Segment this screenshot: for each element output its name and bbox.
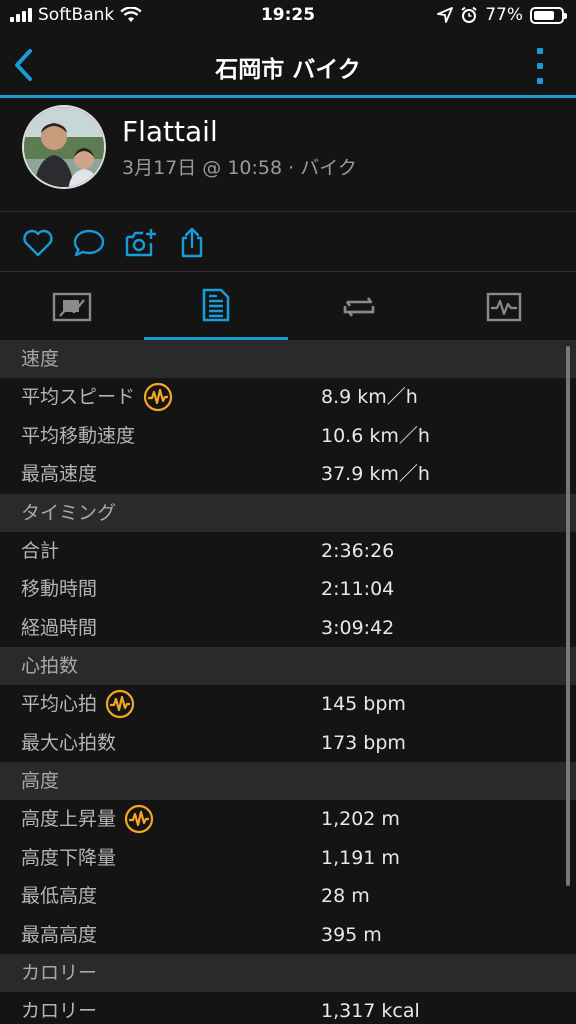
stat-value: 173 bpm — [321, 731, 406, 754]
section-header-calories: カロリー — [0, 954, 576, 992]
stat-row: 平均移動速度 10.6 km／h — [0, 417, 576, 456]
stat-row: カロリー 1,317 kcal — [0, 992, 576, 1024]
stat-label: カロリー — [21, 1000, 98, 1022]
charts-graph-icon — [486, 292, 522, 321]
stat-label: 合計 — [21, 539, 60, 562]
stat-label: 経過時間 — [21, 616, 98, 639]
status-bar: SoftBank 19:25 77% — [0, 0, 576, 32]
stat-row: 平均心拍 145 bpm — [0, 685, 576, 724]
stat-row: 高度下降量 1,191 m — [0, 839, 576, 878]
section-header-elevation: 高度 — [0, 762, 576, 800]
activity-date-type: 3月17日 @ 10:58 · バイク — [122, 157, 357, 179]
stat-row: 最大心拍数 173 bpm — [0, 724, 576, 763]
stat-label-wrap: 高度上昇量 — [21, 800, 154, 839]
nav-bar: 石岡市 バイク — [0, 32, 576, 98]
laps-repeat-icon — [343, 296, 375, 317]
section-header-timing: タイミング — [0, 493, 576, 532]
stat-value: 395 m — [321, 923, 382, 946]
stat-value: 8.9 km／h — [321, 386, 418, 408]
stat-value: 1,202 m — [321, 808, 400, 830]
tab-charts[interactable] — [432, 273, 576, 340]
view-tabs — [0, 273, 576, 340]
section-header-speed: 速度 — [0, 340, 576, 378]
stat-row: 平均スピード 8.9 km／h — [0, 378, 576, 417]
page-title: 石岡市 バイク — [215, 57, 361, 83]
tab-overview[interactable] — [0, 273, 144, 340]
stat-row: 経過時間 3:09:42 — [0, 609, 576, 648]
status-right: 77% — [437, 5, 567, 25]
stat-value: 3:09:42 — [321, 616, 395, 639]
stat-label: 最高高度 — [21, 923, 98, 946]
stats-list-icon — [202, 288, 230, 322]
stat-row: 最低高度 28 m — [0, 877, 576, 916]
stat-value: 2:36:26 — [321, 539, 395, 562]
stat-label-wrap: 平均スピード — [21, 378, 173, 417]
share-icon[interactable] — [175, 226, 209, 260]
location-arrow-icon — [437, 7, 454, 23]
avatar[interactable] — [22, 105, 106, 189]
scrollbar[interactable] — [566, 346, 570, 886]
stat-value: 28 m — [321, 885, 370, 907]
stat-row: 高度上昇量 1,202 m — [0, 800, 576, 839]
stat-row: 移動時間 2:11:04 — [0, 570, 576, 609]
stat-value: 10.6 km／h — [321, 424, 430, 447]
tab-stats[interactable] — [144, 273, 288, 340]
stat-value: 2:11:04 — [321, 578, 395, 600]
like-heart-icon[interactable] — [21, 226, 55, 260]
battery-icon — [530, 6, 567, 24]
stat-value: 145 bpm — [321, 693, 406, 715]
stat-value: 37.9 km／h — [321, 463, 430, 485]
add-photo-icon[interactable] — [124, 226, 158, 260]
stats-list: 速度 平均スピード 8.9 km／h 平均移動速度 10.6 km／h 最高速度… — [0, 340, 576, 1024]
more-options-icon[interactable] — [534, 46, 546, 86]
section-header-heart-rate: 心拍数 — [0, 647, 576, 685]
stat-label: 高度上昇量 — [21, 808, 117, 830]
stat-label: 平均スピード — [21, 386, 136, 408]
stat-label: 平均心拍 — [21, 693, 98, 715]
avatar-photo — [24, 107, 104, 187]
stat-label: 高度下降量 — [21, 846, 117, 869]
stat-value: 1,191 m — [321, 846, 400, 869]
activity-header: Flattail 3月17日 @ 10:58 · バイク — [0, 101, 576, 212]
tab-laps[interactable] — [288, 273, 432, 340]
heart-rate-icon — [143, 383, 173, 412]
stat-label: 最大心拍数 — [21, 731, 117, 754]
battery-percent: 77% — [485, 5, 523, 25]
comment-bubble-icon[interactable] — [72, 226, 106, 260]
overview-map-icon — [52, 292, 92, 321]
stat-label: 最高速度 — [21, 463, 98, 485]
heart-rate-icon — [105, 690, 135, 719]
stat-label-wrap: 平均心拍 — [21, 685, 135, 724]
stat-label: 最低高度 — [21, 885, 98, 907]
heart-rate-icon — [124, 805, 154, 834]
user-name[interactable]: Flattail — [122, 115, 218, 148]
action-bar — [0, 212, 576, 272]
alarm-icon — [461, 6, 477, 23]
stat-row: 最高高度 395 m — [0, 916, 576, 955]
stat-label: 移動時間 — [21, 578, 98, 600]
stat-row: 合計 2:36:26 — [0, 532, 576, 571]
stat-value: 1,317 kcal — [321, 1000, 420, 1022]
stat-row: 最高速度 37.9 km／h — [0, 455, 576, 494]
stat-label: 平均移動速度 — [21, 424, 136, 447]
